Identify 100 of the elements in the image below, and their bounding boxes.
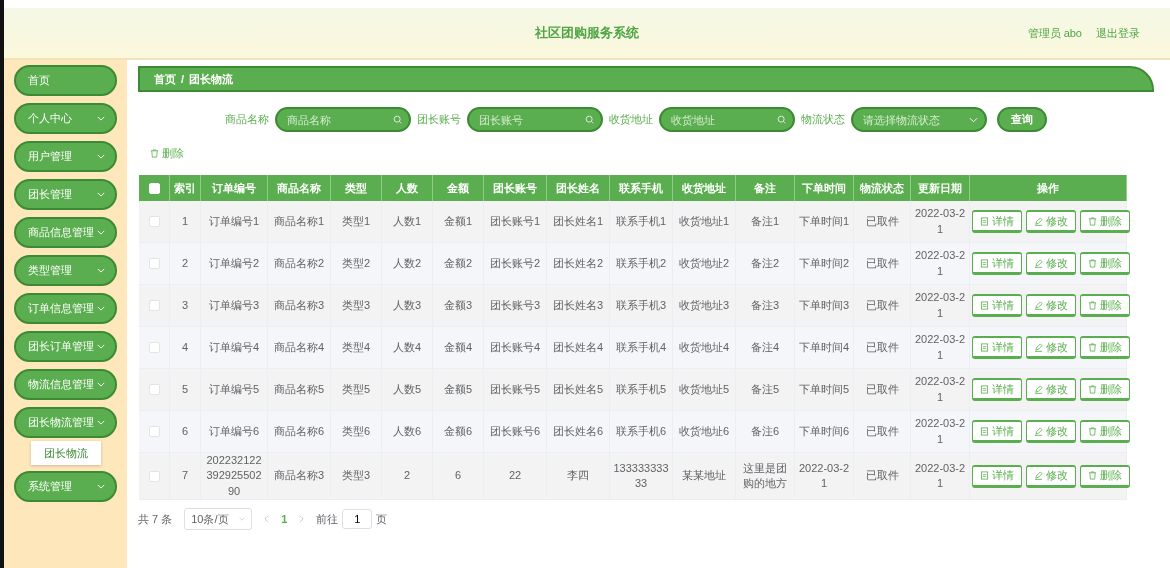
delete-button[interactable]: 删除 bbox=[1080, 420, 1130, 443]
column-header: 备注 bbox=[754, 181, 776, 194]
trash-icon bbox=[1088, 471, 1097, 481]
table-cell: 联系手机4 bbox=[615, 340, 667, 353]
table-cell: 联系手机1 bbox=[615, 214, 667, 227]
table-cell: 人数4 bbox=[392, 340, 422, 353]
edit-button[interactable]: 修改 bbox=[1026, 210, 1076, 233]
table-cell: 类型6 bbox=[341, 424, 371, 437]
status-select[interactable]: 请选择物流状态 bbox=[851, 107, 987, 132]
table-cell: 这里是团购的地方 bbox=[743, 461, 787, 490]
select-all-checkbox[interactable] bbox=[148, 183, 160, 195]
sidebar-item[interactable]: 首页 bbox=[14, 65, 117, 96]
row-checkbox[interactable] bbox=[148, 342, 160, 354]
pencil-icon bbox=[1034, 300, 1043, 310]
page-number[interactable]: 1 bbox=[281, 513, 288, 526]
detail-button[interactable]: 详情 bbox=[972, 378, 1022, 401]
row-checkbox[interactable] bbox=[148, 300, 160, 312]
sidebar-item[interactable]: 用户管理 bbox=[14, 141, 117, 172]
detail-button[interactable]: 详情 bbox=[972, 252, 1022, 275]
trash-icon bbox=[150, 149, 159, 158]
row-checkbox[interactable] bbox=[148, 384, 160, 396]
edit-button[interactable]: 修改 bbox=[1026, 252, 1076, 275]
table-cell: 已取件 bbox=[865, 298, 899, 311]
row-checkbox[interactable] bbox=[148, 471, 160, 482]
row-checkbox[interactable] bbox=[148, 258, 160, 270]
table-cell: 订单编号3 bbox=[208, 298, 260, 311]
table-cell: 商品名称5 bbox=[273, 382, 325, 395]
breadcrumb-item: 团长物流 bbox=[189, 71, 234, 87]
sidebar-item[interactable]: 商品信息管理 bbox=[14, 217, 117, 248]
table-cell: 2022-03-21 bbox=[914, 249, 966, 277]
edit-button[interactable]: 修改 bbox=[1026, 464, 1076, 488]
detail-button[interactable]: 详情 bbox=[972, 210, 1022, 233]
next-page-icon[interactable] bbox=[299, 515, 305, 524]
sidebar-item[interactable]: 物流信息管理 bbox=[14, 369, 117, 400]
table-cell: 订单编号5 bbox=[208, 382, 260, 395]
table-cell: 已取件 bbox=[865, 256, 899, 269]
user-name: 管理员 abo bbox=[1027, 25, 1082, 41]
table-cell: 6 bbox=[181, 424, 189, 437]
column-header: 收货地址 bbox=[682, 181, 726, 194]
sidebar-item[interactable]: 团长管理 bbox=[14, 179, 117, 210]
table-cell: 订单编号6 bbox=[208, 424, 260, 437]
chevron-icon bbox=[97, 192, 105, 197]
table-cell: 团长账号1 bbox=[489, 214, 541, 227]
total-count: 共 7 条 bbox=[138, 511, 173, 527]
column-header: 人数 bbox=[396, 181, 418, 194]
row-checkbox[interactable] bbox=[148, 426, 160, 438]
table-cell: 收货地址4 bbox=[678, 340, 730, 353]
detail-button[interactable]: 详情 bbox=[972, 420, 1022, 443]
column-header: 下单时间 bbox=[802, 181, 846, 194]
table-cell: 订单编号4 bbox=[208, 340, 260, 353]
sidebar-item[interactable]: 类型管理 bbox=[14, 255, 117, 286]
delete-button[interactable]: 删除 bbox=[1080, 378, 1130, 401]
chevron-icon bbox=[97, 420, 105, 425]
table-cell: 5 bbox=[181, 382, 189, 395]
sidebar-item[interactable]: 个人中心 bbox=[14, 103, 117, 134]
sidebar-item[interactable]: 团长物流管理 bbox=[14, 407, 117, 438]
detail-button[interactable]: 详情 bbox=[972, 294, 1022, 317]
column-header: 团长姓名 bbox=[556, 181, 600, 194]
breadcrumb-item: 首页 bbox=[154, 71, 176, 87]
table-cell: 下单时间3 bbox=[798, 298, 850, 311]
search-field[interactable]: 商品名称 bbox=[275, 107, 411, 132]
delete-button[interactable]: 删除 bbox=[1080, 252, 1130, 275]
table-cell: 金额6 bbox=[443, 424, 473, 437]
page-suffix: 页 bbox=[376, 511, 388, 527]
search-field[interactable]: 团长账号 bbox=[467, 107, 603, 132]
table-cell: 类型4 bbox=[341, 340, 371, 353]
delete-button[interactable]: 删除 bbox=[1080, 336, 1130, 359]
trash-icon bbox=[1088, 216, 1097, 226]
logout-link[interactable]: 退出登录 bbox=[1096, 25, 1140, 41]
detail-button[interactable]: 详情 bbox=[972, 336, 1022, 359]
submenu-item[interactable]: 团长物流 bbox=[30, 441, 101, 465]
delete-button[interactable]: 删除 bbox=[1080, 294, 1130, 317]
search-icon bbox=[777, 115, 786, 124]
delete-button[interactable]: 删除 bbox=[150, 146, 184, 161]
document-icon bbox=[980, 384, 989, 394]
table-cell: 金额2 bbox=[443, 256, 473, 269]
table-cell: 4 bbox=[181, 340, 189, 353]
delete-button[interactable]: 删除 bbox=[1080, 210, 1130, 233]
edit-button[interactable]: 修改 bbox=[1026, 420, 1076, 443]
filter-label: 团长账号 bbox=[417, 112, 461, 127]
page-size-select[interactable]: 10条/页 bbox=[184, 508, 253, 531]
table-cell: 下单时间1 bbox=[798, 214, 850, 227]
search-field[interactable]: 收货地址 bbox=[659, 107, 795, 132]
search-button[interactable]: 查询 bbox=[997, 107, 1047, 132]
sidebar-item[interactable]: 团长订单管理 bbox=[14, 331, 117, 362]
table-cell: 已取件 bbox=[865, 340, 899, 353]
edit-button[interactable]: 修改 bbox=[1026, 336, 1076, 359]
previous-page-icon[interactable] bbox=[264, 515, 270, 524]
table-cell: 下单时间2 bbox=[798, 256, 850, 269]
row-checkbox[interactable] bbox=[148, 216, 160, 228]
page-input[interactable]: 1 bbox=[342, 509, 373, 530]
table-cell: 2022-03-21 bbox=[914, 207, 966, 235]
delete-button[interactable]: 删除 bbox=[1080, 464, 1130, 488]
edit-button[interactable]: 修改 bbox=[1026, 294, 1076, 317]
trash-icon bbox=[1088, 258, 1097, 268]
sidebar-item[interactable]: 系统管理 bbox=[14, 471, 117, 502]
edit-button[interactable]: 修改 bbox=[1026, 378, 1076, 401]
sidebar-item[interactable]: 订单信息管理 bbox=[14, 293, 117, 324]
detail-button[interactable]: 详情 bbox=[972, 464, 1022, 488]
table-cell: 联系手机5 bbox=[615, 382, 667, 395]
